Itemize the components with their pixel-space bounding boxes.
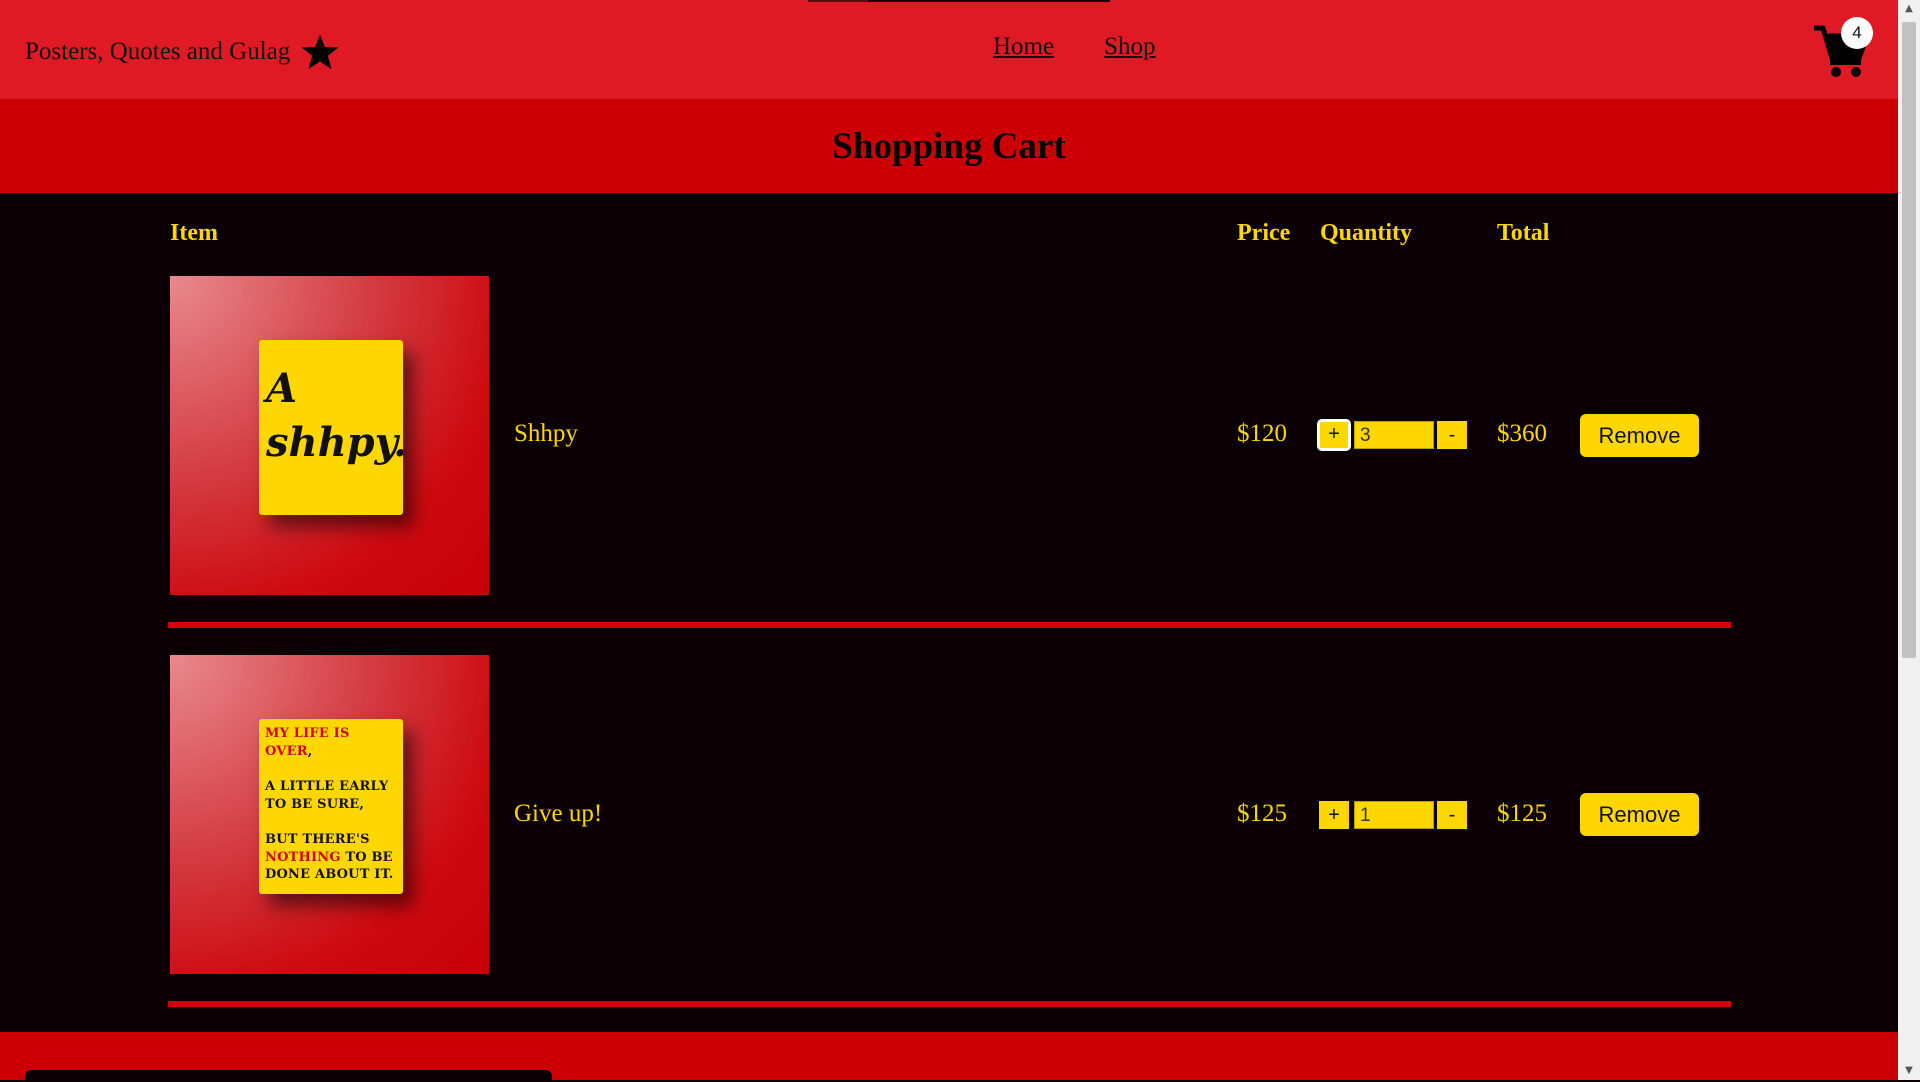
nav-link-shop[interactable]: Shop	[1104, 33, 1155, 61]
remove-button[interactable]: Remove	[1580, 414, 1699, 457]
scrollbar-thumb[interactable]	[1902, 22, 1916, 658]
poster-text-line: shhpy.	[266, 419, 403, 466]
row-divider	[168, 1001, 1731, 1007]
item-name: Shhpy	[514, 420, 578, 447]
item-name: Give up!	[514, 800, 603, 827]
title-band: Shopping Cart	[0, 99, 1898, 193]
column-header-item: Item	[170, 220, 218, 246]
quantity-input[interactable]: 1	[1354, 801, 1434, 829]
column-header-price: Price	[1237, 220, 1291, 246]
vertical-scrollbar[interactable]: ▲ ▼	[1898, 0, 1920, 1080]
brand-name: Posters, Quotes and Gulag	[25, 38, 291, 65]
item-price: $125	[1237, 800, 1287, 827]
poster-text-line: MY LIFE IS	[265, 726, 350, 741]
poster-image: A shhpy.	[259, 340, 403, 515]
remove-button[interactable]: Remove	[1580, 793, 1699, 836]
top-edge-line	[808, 0, 1110, 2]
poster-image: MY LIFE IS OVER, A LITTLE EARLY TO BE SUR…	[259, 719, 403, 894]
poster-text-line: A LITTLE EARLY TO BE SURE,	[265, 779, 389, 812]
footer-band	[0, 1032, 1898, 1082]
brand[interactable]: Posters, Quotes and Gulag	[25, 32, 340, 72]
poster-text-line: ,	[307, 743, 313, 759]
nav-link-home[interactable]: Home	[993, 33, 1054, 61]
poster-text-line: NOTHING	[265, 849, 341, 865]
quantity-input[interactable]: 3	[1354, 421, 1434, 449]
quantity-decrease-button[interactable]: -	[1437, 421, 1467, 449]
scroll-down-arrow-icon[interactable]: ▼	[1898, 1062, 1920, 1080]
cart-count-badge: 4	[1841, 17, 1873, 49]
scroll-up-arrow-icon[interactable]: ▲	[1898, 0, 1920, 18]
top-navbar: Posters, Quotes and Gulag Home Shop	[0, 0, 1898, 99]
row-divider	[168, 622, 1731, 628]
star-icon	[301, 34, 339, 70]
poster-text-line: BUT THERE'S	[265, 832, 370, 847]
item-price: $120	[1237, 420, 1287, 447]
column-header-total: Total	[1497, 220, 1550, 246]
item-total: $125	[1497, 800, 1547, 827]
quantity-increase-button[interactable]: +	[1317, 419, 1351, 451]
page-title: Shopping Cart	[832, 125, 1066, 167]
quantity-decrease-button[interactable]: -	[1437, 801, 1467, 829]
poster-thumbnail[interactable]: MY LIFE IS OVER, A LITTLE EARLY TO BE SUR…	[170, 655, 489, 974]
nav-links: Home Shop	[993, 33, 1156, 61]
poster-text-line: A	[266, 365, 298, 412]
item-total: $360	[1497, 420, 1547, 447]
column-header-quantity: Quantity	[1320, 220, 1413, 246]
poster-thumbnail[interactable]: A shhpy.	[170, 276, 489, 595]
footer-panel	[25, 1070, 552, 1082]
quantity-increase-button[interactable]: +	[1319, 801, 1349, 829]
poster-text-line: OVER	[265, 743, 308, 759]
